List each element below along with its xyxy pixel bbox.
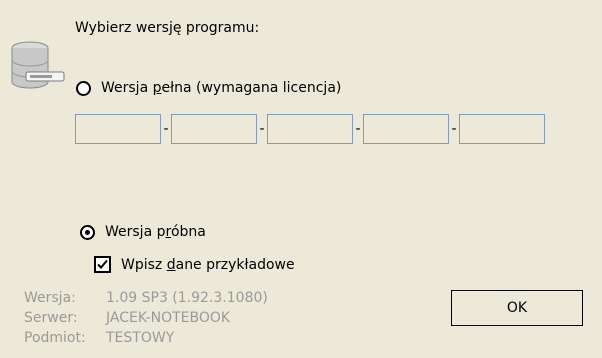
license-key-field-3[interactable] — [267, 114, 353, 144]
trial-version-radio[interactable] — [80, 224, 95, 240]
subject-label: Podmiot: — [24, 330, 86, 346]
license-key-field-2[interactable] — [171, 114, 257, 144]
license-key-row: - - - - — [75, 114, 545, 144]
sample-data-option[interactable]: Wpisz dane przykładowe — [94, 256, 295, 273]
full-version-radio[interactable] — [76, 80, 91, 96]
full-version-label: Wersja pełna (wymagana licencja) — [101, 80, 342, 96]
sample-data-checkbox[interactable] — [94, 256, 111, 273]
server-label: Serwer: — [24, 310, 78, 326]
license-key-field-4[interactable] — [363, 114, 449, 144]
license-key-separator: - — [451, 121, 457, 137]
program-info: Wersja: 1.09 SP3 (1.92.3.1080) Serwer: JAC… — [24, 288, 268, 348]
ok-button[interactable]: OK — [451, 290, 583, 326]
full-version-option[interactable]: Wersja pełna (wymagana licencja) — [76, 80, 341, 96]
server-value: JACEK-NOTEBOOK — [106, 310, 231, 326]
license-key-separator: - — [163, 121, 169, 137]
version-prompt: Wybierz wersję programu: — [75, 20, 260, 36]
subject-value: TESTOWY — [106, 330, 175, 346]
license-key-field-5[interactable] — [459, 114, 545, 144]
version-value: 1.09 SP3 (1.92.3.1080) — [106, 290, 268, 306]
database-server-icon — [11, 41, 65, 89]
license-key-separator: - — [259, 121, 265, 137]
version-label: Wersja: — [24, 290, 76, 306]
license-key-separator: - — [355, 121, 361, 137]
trial-version-option[interactable]: Wersja próbna — [80, 224, 206, 240]
sample-data-label: Wpisz dane przykładowe — [121, 256, 295, 273]
license-key-field-1[interactable] — [75, 114, 161, 144]
trial-version-label: Wersja próbna — [105, 224, 206, 240]
checkmark-icon — [97, 259, 108, 269]
